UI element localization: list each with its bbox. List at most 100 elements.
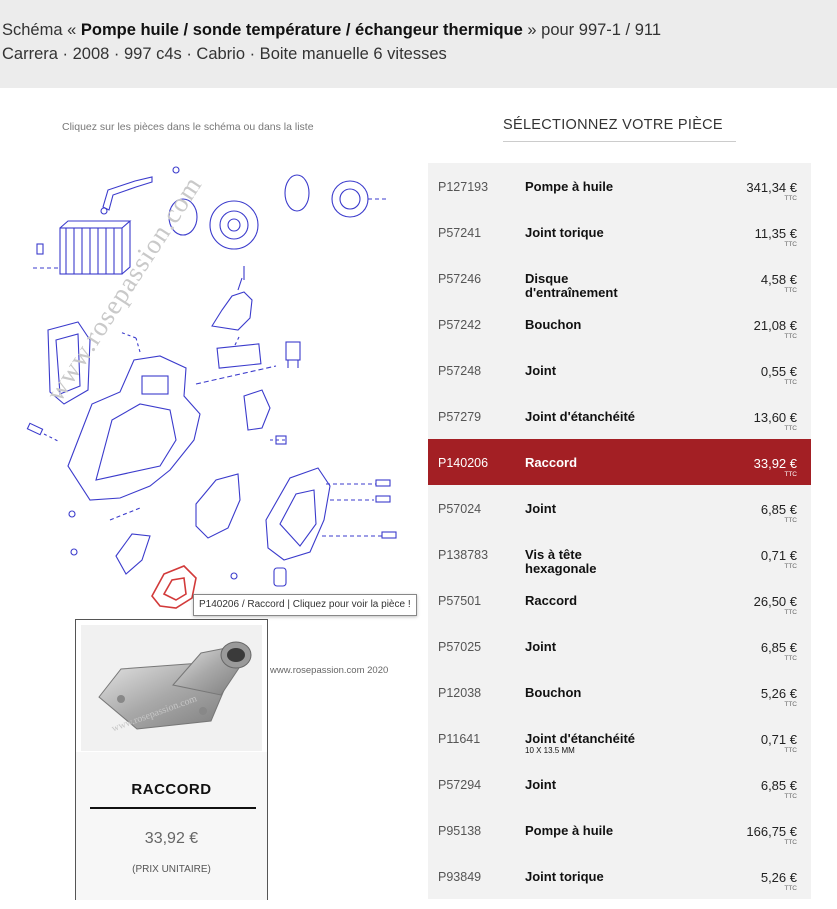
part-ref: P57024 <box>438 502 482 516</box>
part-ref: P138783 <box>438 548 489 562</box>
ttc-label: TTC <box>784 609 797 616</box>
part-price: 341,34 € <box>746 180 797 195</box>
part-price: 0,71 € <box>760 732 797 747</box>
part-row[interactable]: P57025 Joint 6,85 € TTC <box>428 623 811 669</box>
plug-part[interactable] <box>273 567 287 587</box>
part-dimension: 10 X 13.5 MM <box>525 746 575 755</box>
small-bolt-part[interactable] <box>172 166 180 174</box>
part-price: 6,85 € <box>760 502 797 517</box>
part-row[interactable]: P93849 Joint torique 5,26 € TTC <box>428 853 811 899</box>
small-gasket-part[interactable] <box>109 507 151 575</box>
part-price: 5,26 € <box>760 686 797 701</box>
part-name: Joint torique <box>525 869 604 884</box>
part-row[interactable]: P11641 Joint d'étanchéité 10 X 13.5 MM 0,71… <box>428 715 811 761</box>
part-ref: P57501 <box>438 594 482 608</box>
part-row[interactable]: P127193 Pompe à huile 341,34 € TTC <box>428 163 811 209</box>
temperature-sensor-part[interactable] <box>285 341 301 368</box>
parts-list: P127193 Pompe à huile 341,34 € TTC P57241 Jo… <box>428 163 811 899</box>
part-row[interactable]: P57246 Disque d'entraînement 4,58 € TTC <box>428 255 811 301</box>
ttc-label: TTC <box>784 701 797 708</box>
ttc-label: TTC <box>784 517 797 524</box>
ttc-label: TTC <box>784 379 797 386</box>
part-name: Bouchon <box>525 317 582 332</box>
part-name: Pompe à huile <box>525 179 614 194</box>
connector-elbow-part[interactable] <box>211 266 253 331</box>
title-prefix: Schéma « <box>2 21 81 39</box>
part-price: 13,60 € <box>753 410 797 425</box>
ttc-label: TTC <box>784 333 797 340</box>
title-suffix: » pour 997-1 / 911 <box>522 21 662 39</box>
ttc-label: TTC <box>784 563 797 570</box>
part-row[interactable]: P57024 Joint 6,85 € TTC <box>428 485 811 531</box>
o-ring-part[interactable] <box>284 174 310 212</box>
popup-unit-label: (PRIX UNITAIRE) <box>132 864 211 875</box>
oil-pump-disc-part[interactable] <box>209 200 259 250</box>
part-row[interactable]: P57248 Joint 0,55 € TTC <box>428 347 811 393</box>
part-name-text: Joint d'étanchéité <box>525 731 635 746</box>
part-ref: P95138 <box>438 824 482 838</box>
pump-cover-part[interactable] <box>331 180 386 218</box>
cover-plate-part[interactable] <box>216 336 262 369</box>
part-name: Vis à tête hexagonale <box>525 547 597 576</box>
oil-pipe-part[interactable] <box>100 176 153 215</box>
part-price: 0,55 € <box>760 364 797 379</box>
ttc-label: TTC <box>784 241 797 248</box>
part-row[interactable]: P57242 Bouchon 21,08 € TTC <box>428 301 811 347</box>
part-ref: P57242 <box>438 318 482 332</box>
ttc-label: TTC <box>784 425 797 432</box>
part-row[interactable]: P57501 Raccord 26,50 € TTC <box>428 577 811 623</box>
part-ref: P12038 <box>438 686 482 700</box>
part-name: Disque d'entraînement <box>525 271 618 300</box>
part-row[interactable]: P57279 Joint d'étanchéité 13,60 € TTC <box>428 393 811 439</box>
diagram-hint: Cliquez sur les pièces dans le schéma ou… <box>62 121 314 133</box>
part-price: 11,35 € <box>754 226 797 241</box>
vehicle-description: Carrera · 2008 · 997 c4s · Cabrio · Boit… <box>2 45 447 63</box>
part-price: 0,71 € <box>760 548 797 563</box>
diagram-copyright: www.rosepassion.com 2020 <box>270 665 389 676</box>
part-name: Joint d'étanchéité 10 X 13.5 MM <box>525 731 675 756</box>
oil-pump-housing-part[interactable] <box>67 331 277 501</box>
part-ref: P57025 <box>438 640 482 654</box>
ttc-label: TTC <box>784 655 797 662</box>
part-price: 6,85 € <box>760 778 797 793</box>
part-photo: www.rosepassion.com <box>81 625 262 751</box>
popup-divider <box>90 807 256 809</box>
part-name: Joint <box>525 501 557 516</box>
bolt-left-part[interactable] <box>26 422 61 443</box>
part-price: 26,50 € <box>753 594 797 609</box>
popup-price: 33,92 € <box>144 830 199 847</box>
gasket-seal-part[interactable] <box>195 473 241 539</box>
raccord-photo-illustration: www.rosepassion.com <box>98 641 252 734</box>
part-price: 33,92 € <box>753 456 797 471</box>
part-row-selected[interactable]: P140206 Raccord 33,92 € TTC <box>428 439 811 485</box>
part-row[interactable]: P95138 Pompe à huile 166,75 € TTC <box>428 807 811 853</box>
parts-panel-title: SÉLECTIONNEZ VOTRE PIÈCE <box>503 117 736 142</box>
part-name: Raccord <box>525 593 578 608</box>
part-name: Joint <box>525 363 557 378</box>
heat-exchanger-part[interactable] <box>33 220 132 275</box>
ttc-label: TTC <box>784 885 797 892</box>
part-name: Bouchon <box>525 685 582 700</box>
part-row[interactable]: P57241 Joint torique 11,35 € TTC <box>428 209 811 255</box>
part-price: 4,58 € <box>760 272 797 287</box>
raccord-highlighted-part[interactable] <box>151 565 197 609</box>
part-preview-popup[interactable]: www.rosepassion.com RACCORD 33,92 € (PRI… <box>75 619 268 900</box>
part-name: Joint <box>525 639 557 654</box>
part-ref: P57246 <box>438 272 482 286</box>
part-row[interactable]: P138783 Vis à tête hexagonale 0,71 € TTC <box>428 531 811 577</box>
part-name: Joint d'étanchéité <box>525 409 635 424</box>
thermostat-housing-part[interactable] <box>265 467 397 561</box>
part-ref: P57294 <box>438 778 482 792</box>
part-ref: P11641 <box>438 732 481 746</box>
side-bracket-part[interactable] <box>243 389 288 445</box>
part-row[interactable]: P57294 Joint 6,85 € TTC <box>428 761 811 807</box>
part-ref: P93849 <box>438 870 482 884</box>
part-price: 5,26 € <box>760 870 797 885</box>
part-tooltip[interactable]: P140206 / Raccord | Cliquez pour voir la… <box>193 594 417 616</box>
part-row[interactable]: P12038 Bouchon 5,26 € TTC <box>428 669 811 715</box>
part-name: Pompe à huile <box>525 823 614 838</box>
ttc-label: TTC <box>784 195 797 202</box>
ttc-label: TTC <box>784 793 797 800</box>
part-ref: P57248 <box>438 364 482 378</box>
popup-part-name: RACCORD <box>131 781 212 798</box>
